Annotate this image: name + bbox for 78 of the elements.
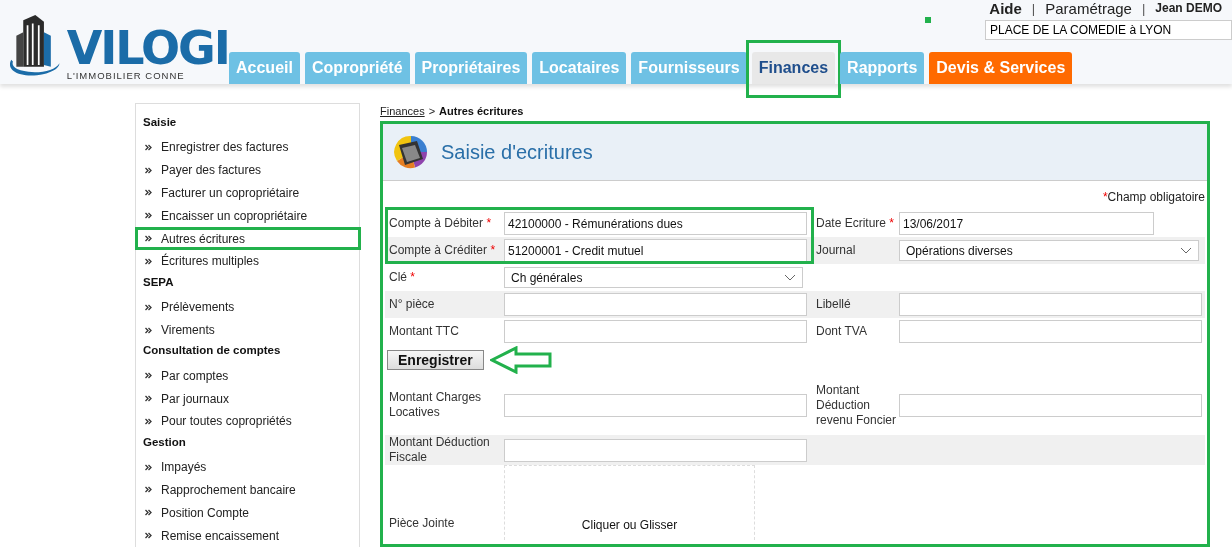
dropdown[interactable]: Ch générales xyxy=(504,267,803,288)
header-link[interactable]: Jean DEMO xyxy=(1155,1,1222,15)
breadcrumb-current: Autres écritures xyxy=(439,105,524,117)
double-chevron-icon xyxy=(145,509,152,517)
field-label: Montant Déduction Fiscale xyxy=(388,435,491,465)
logo-tagline: L'IMMOBILIER CONNE xyxy=(66,70,186,81)
separator: | xyxy=(1141,0,1146,16)
sidebar-item[interactable]: Pour toutes copropriétés xyxy=(135,409,361,433)
double-chevron-icon xyxy=(145,395,152,403)
field-label: N° pièce xyxy=(388,297,436,312)
field-label: Compte à Créditer * xyxy=(388,243,497,258)
input-field[interactable] xyxy=(504,393,807,417)
sidebar-item[interactable]: Remise encaissement xyxy=(135,524,361,547)
double-chevron-icon xyxy=(145,486,152,494)
field-label: Compte à Débiter * xyxy=(388,216,493,231)
field-label: Clé * xyxy=(388,270,417,285)
sidebar-item[interactable]: Position Compte xyxy=(135,501,361,525)
double-chevron-icon xyxy=(145,532,152,540)
double-chevron-icon xyxy=(145,417,152,425)
date-field[interactable]: 13/06/2017 xyxy=(899,212,1154,235)
field-label: Montant TTC xyxy=(388,324,460,339)
sidebar-item[interactable]: Encaisser un copropriétaire xyxy=(135,204,361,228)
field-label: Pièce Jointe xyxy=(388,516,456,532)
header-link[interactable]: Aide xyxy=(989,0,1022,17)
double-chevron-icon xyxy=(145,235,152,243)
breadcrumb-link[interactable]: Finances xyxy=(380,105,425,117)
logo-wordmark: VILOGI xyxy=(66,26,229,70)
sidebar-item[interactable]: Impayés xyxy=(135,455,361,479)
sidebar-item[interactable]: Payer des factures xyxy=(135,158,361,182)
file-dropzone[interactable]: Cliquer ou Glisser xyxy=(504,465,755,540)
input-field[interactable] xyxy=(504,438,807,462)
field-label: Montant Déduction revenu Foncier xyxy=(815,382,898,428)
double-chevron-icon xyxy=(145,166,152,174)
sidebar-item[interactable]: Enregistrer des factures xyxy=(135,135,361,159)
double-chevron-icon xyxy=(145,189,152,197)
input-field[interactable]: 51200001 - Credit mutuel xyxy=(504,239,807,262)
sidebar-item[interactable]: Virements xyxy=(135,318,361,342)
dropdown[interactable]: Opérations diverses xyxy=(899,240,1199,261)
double-chevron-icon xyxy=(145,326,152,334)
sidebar-item[interactable]: Par journaux xyxy=(135,387,361,410)
double-chevron-icon xyxy=(145,372,152,380)
double-chevron-icon xyxy=(145,143,152,151)
input-field[interactable]: 42100000 - Rémunérations dues xyxy=(504,212,807,235)
double-chevron-icon xyxy=(145,303,152,311)
field-label: Journal xyxy=(815,243,857,258)
input-field[interactable] xyxy=(504,293,807,316)
panel-title: Saisie d'ecritures xyxy=(441,140,593,164)
chevron-down-icon xyxy=(784,274,796,281)
field-label: Libellé xyxy=(815,297,852,312)
sidebar-item[interactable]: Par comptes xyxy=(135,364,361,388)
sidebar-item[interactable]: Rapprochement bancaire xyxy=(135,478,361,502)
field-label: Dont TVA xyxy=(815,324,868,339)
sidebar-item[interactable]: Facturer un copropriétaire xyxy=(135,181,361,205)
breadcrumb-separator: > xyxy=(428,105,436,117)
input-field[interactable] xyxy=(504,320,807,343)
chevron-down-icon xyxy=(1180,247,1192,254)
double-chevron-icon xyxy=(145,212,152,220)
address-field[interactable]: PLACE DE LA COMEDIE à LYON xyxy=(985,20,1232,40)
section-title: Consultation de comptes xyxy=(142,343,282,359)
input-field[interactable] xyxy=(899,393,1202,417)
section-title: Gestion xyxy=(142,434,187,450)
section-title: Saisie xyxy=(142,115,178,130)
input-field[interactable] xyxy=(899,293,1202,316)
sidebar-item[interactable]: Prélèvements xyxy=(135,295,361,319)
input-field[interactable] xyxy=(899,320,1202,343)
section-title: SEPA xyxy=(142,274,175,290)
sidebar-item[interactable]: Écritures multiples xyxy=(135,250,361,273)
save-button[interactable]: Enregistrer xyxy=(387,350,484,370)
field-label: Montant Charges Locatives xyxy=(388,390,483,420)
header-link[interactable]: Paramétrage xyxy=(1045,0,1132,17)
sidebar-item[interactable]: Autres écritures xyxy=(135,227,361,251)
double-chevron-icon xyxy=(145,463,152,471)
separator: | xyxy=(1031,0,1036,16)
required-note: *Champ obligatoire xyxy=(1101,189,1206,206)
double-chevron-icon xyxy=(145,258,152,265)
calculator-icon xyxy=(393,135,429,169)
nav-tab[interactable]: Finances xyxy=(751,52,836,84)
field-label: Date Ecriture * xyxy=(815,216,896,231)
